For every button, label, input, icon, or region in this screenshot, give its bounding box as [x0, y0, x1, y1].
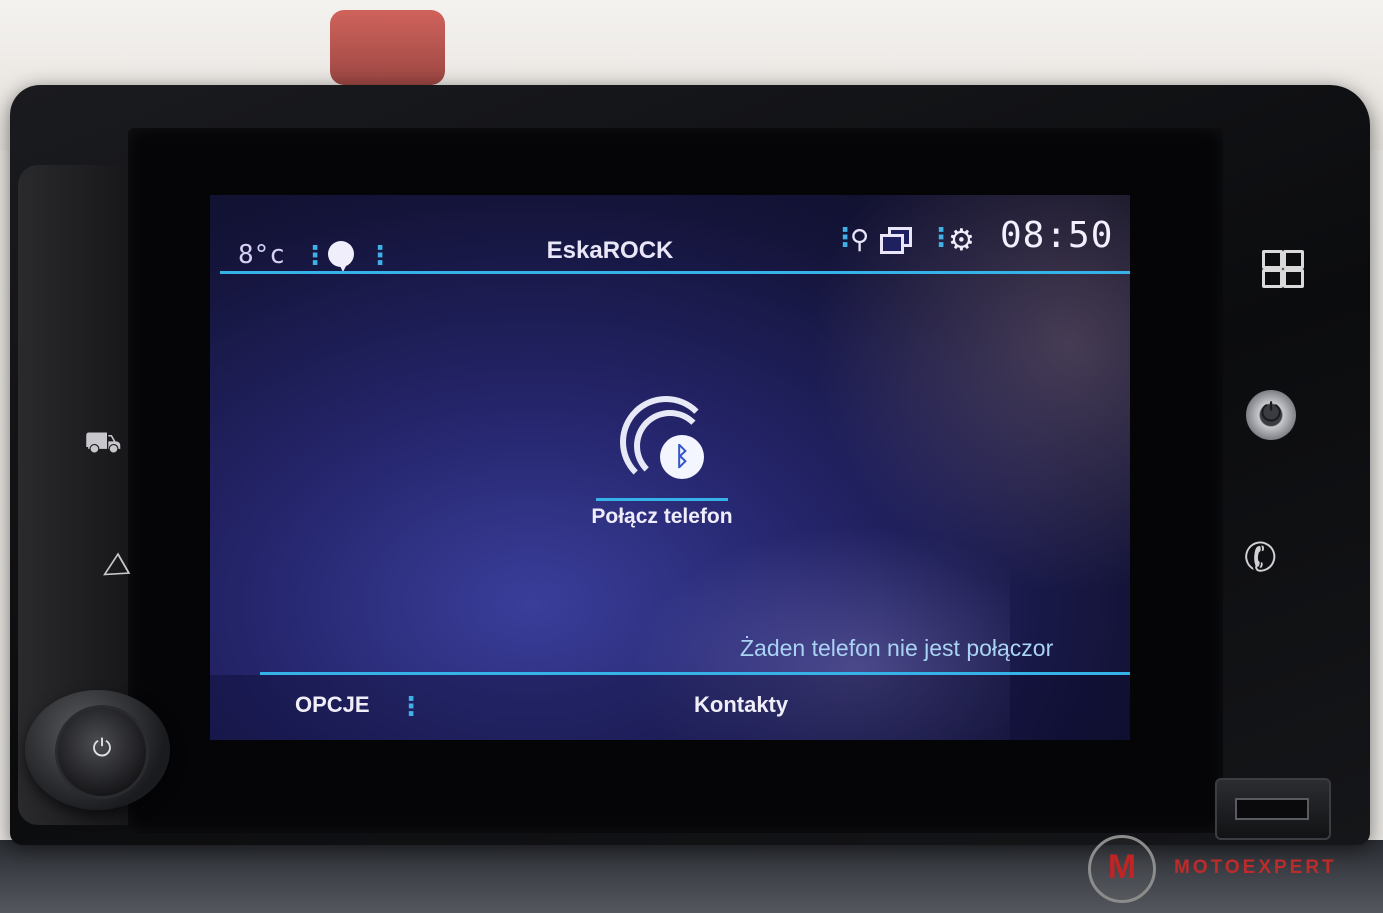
- options-button[interactable]: OPCJE: [295, 692, 370, 718]
- logo-emblem: M: [1088, 835, 1156, 903]
- options-menu-icon[interactable]: ⋮: [398, 692, 424, 722]
- volume-knob[interactable]: ⏻: [25, 690, 170, 810]
- separator-icon: ⋮: [302, 241, 328, 271]
- temperature-readout: 8°c: [238, 240, 285, 270]
- no-phone-connected-message: Żaden telefon nie jest połączor: [740, 635, 1054, 661]
- connect-phone-button[interactable]: ᛒ: [610, 396, 720, 490]
- status-divider: [220, 271, 1130, 274]
- connect-phone-label[interactable]: Połącz telefon: [510, 505, 814, 529]
- contacts-tab[interactable]: Kontakty: [694, 692, 788, 718]
- car-icon[interactable]: ⛟: [84, 425, 122, 464]
- background-object: [330, 10, 445, 85]
- infotainment-screen: 8°c ⋮ ⋮ EskaROCK ⋮ ⚲ ⋮ ⚙ 08:50 ᛒ Połącz …: [210, 195, 1130, 740]
- clock: 08:50: [1000, 215, 1114, 256]
- multi-window-icon[interactable]: [880, 227, 912, 254]
- gears-icon[interactable]: ⚙: [948, 223, 975, 258]
- settings-icon[interactable]: [1246, 390, 1296, 440]
- power-button[interactable]: ⏻: [55, 705, 149, 799]
- apps-grid-icon[interactable]: [1262, 250, 1304, 290]
- status-bar: 8°c ⋮ ⋮ EskaROCK ⋮ ⚲ ⋮ ⚙ 08:50: [210, 195, 1130, 275]
- message-bubble-icon[interactable]: [328, 241, 354, 272]
- connect-underline: [596, 498, 728, 501]
- power-icon: ⏻: [92, 734, 112, 762]
- separator-icon: ⋮: [367, 241, 393, 271]
- radio-station-name[interactable]: EskaROCK: [540, 237, 680, 265]
- bluetooth-icon: ᛒ: [660, 435, 704, 479]
- watermark-logo: M MOTOEXPERT: [1088, 835, 1378, 903]
- location-pin-icon[interactable]: ⚲: [850, 225, 869, 255]
- usb-port: [1215, 778, 1331, 840]
- logo-text: MOTOEXPERT: [1174, 857, 1337, 878]
